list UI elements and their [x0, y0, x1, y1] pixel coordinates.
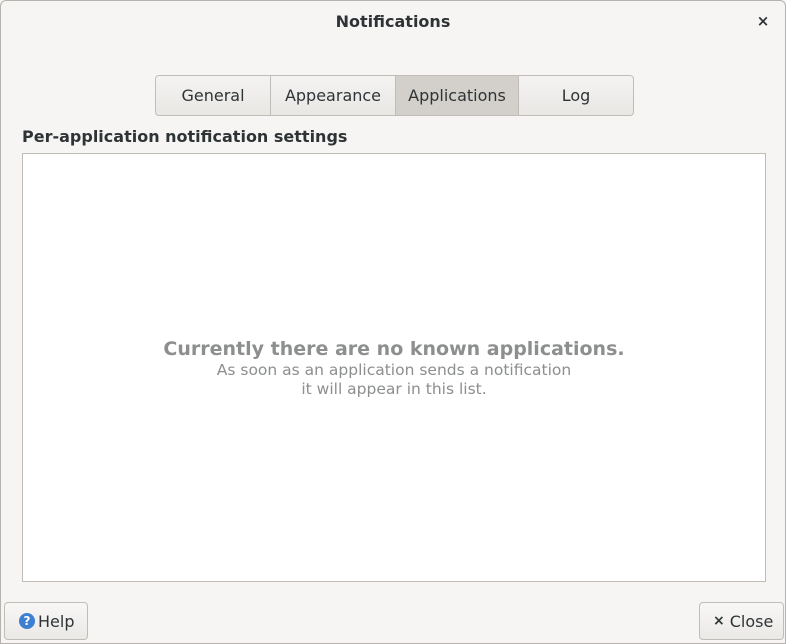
tab-log[interactable]: Log [519, 76, 633, 115]
window-title: Notifications [335, 12, 451, 31]
tab-bar: General Appearance Applications Log [155, 75, 634, 116]
empty-state-title: Currently there are no known application… [163, 338, 625, 360]
empty-state-line-1: As soon as an application sends a notifi… [216, 361, 572, 379]
window-close-icon[interactable]: × [753, 11, 773, 31]
help-button-label: Help [38, 611, 75, 631]
tab-appearance[interactable]: Appearance [271, 76, 396, 115]
help-button[interactable]: ? Help [4, 602, 88, 640]
close-icon: × [713, 613, 725, 629]
help-icon: ? [19, 613, 35, 629]
tab-general[interactable]: General [156, 76, 271, 115]
tab-applications[interactable]: Applications [396, 76, 519, 115]
close-button[interactable]: × Close [699, 602, 784, 640]
empty-state-line-2: it will appear in this list. [301, 380, 487, 398]
applications-list[interactable]: Currently there are no known application… [22, 153, 766, 582]
close-button-label: Close [729, 611, 774, 631]
titlebar: Notifications × [1, 1, 785, 43]
section-heading: Per-application notification settings [22, 127, 348, 146]
empty-state: Currently there are no known application… [23, 337, 765, 399]
notifications-dialog: Notifications × General Appearance Appli… [0, 0, 786, 644]
